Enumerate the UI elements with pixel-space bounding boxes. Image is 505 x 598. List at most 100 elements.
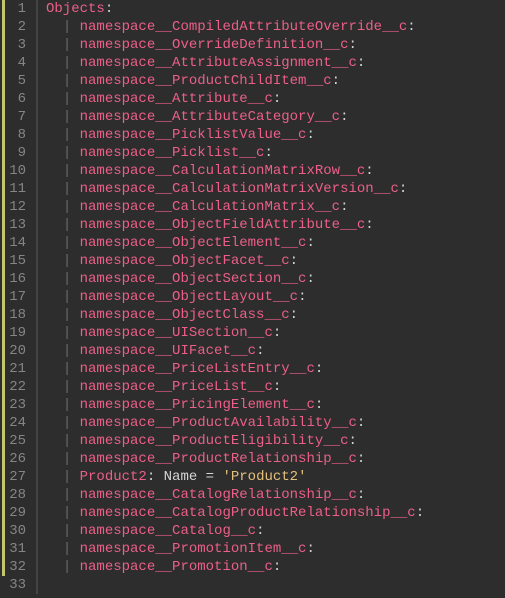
yaml-key: namespace__ObjectFacet__c (80, 253, 290, 269)
yaml-key: namespace__PriceListEntry__c (80, 361, 315, 377)
colon: : (315, 397, 323, 413)
line-number: 10 (6, 162, 26, 180)
indent-guide: | (63, 91, 80, 107)
code-line[interactable]: | namespace__ObjectClass__c: (46, 306, 424, 324)
line-number: 16 (6, 270, 26, 288)
colon: : (306, 271, 314, 287)
code-line[interactable]: | namespace__Attribute__c: (46, 90, 424, 108)
indent-guide: | (63, 73, 80, 89)
line-number: 2 (6, 18, 26, 36)
yaml-key: namespace__UISection__c (80, 325, 273, 341)
yaml-key: namespace__PricingElement__c (80, 397, 315, 413)
indent-guide: | (63, 217, 80, 233)
line-number: 1 (6, 0, 26, 18)
yaml-key: namespace__ProductChildItem__c (80, 73, 332, 89)
code-line[interactable]: | namespace__PricingElement__c: (46, 396, 424, 414)
line-number: 31 (6, 540, 26, 558)
code-line[interactable]: | namespace__CatalogProductRelationship_… (46, 504, 424, 522)
indent-guide: | (63, 163, 80, 179)
code-editor[interactable]: 1234567891011121314151617181920212223242… (0, 0, 505, 594)
code-line[interactable]: | namespace__ObjectFacet__c: (46, 252, 424, 270)
code-line[interactable]: | namespace__PriceListEntry__c: (46, 360, 424, 378)
code-line[interactable]: | Product2: Name = 'Product2' (46, 468, 424, 486)
code-line[interactable]: | namespace__UISection__c: (46, 324, 424, 342)
yaml-property: Name = (164, 469, 223, 485)
line-number: 25 (6, 432, 26, 450)
colon: : (273, 91, 281, 107)
line-number: 5 (6, 72, 26, 90)
yaml-key: namespace__Picklist__c (80, 145, 265, 161)
code-line[interactable]: | namespace__ObjectElement__c: (46, 234, 424, 252)
code-line[interactable]: | namespace__Picklist__c: (46, 144, 424, 162)
line-number: 28 (6, 486, 26, 504)
yaml-key: Product2 (80, 469, 147, 485)
colon: : (256, 523, 264, 539)
line-number: 3 (6, 36, 26, 54)
code-line[interactable]: | namespace__AttributeCategory__c: (46, 108, 424, 126)
indent-guide: | (63, 397, 80, 413)
colon: : (348, 37, 356, 53)
code-line[interactable]: | namespace__Catalog__c: (46, 522, 424, 540)
code-line[interactable]: | namespace__UIFacet__c: (46, 342, 424, 360)
code-content[interactable]: Objects: | namespace__CompiledAttributeO… (38, 0, 424, 594)
colon: : (306, 127, 314, 143)
colon: : (399, 181, 407, 197)
indent-guide: | (63, 469, 80, 485)
line-number: 8 (6, 126, 26, 144)
yaml-key: namespace__UIFacet__c (80, 343, 256, 359)
indent-guide: | (63, 109, 80, 125)
line-number: 14 (6, 234, 26, 252)
colon: : (357, 415, 365, 431)
indent-guide: | (63, 325, 80, 341)
colon: : (290, 307, 298, 323)
line-number-gutter: 1234567891011121314151617181920212223242… (0, 0, 38, 594)
code-line[interactable]: | namespace__CompiledAttributeOverride__… (46, 18, 424, 36)
indent-guide: | (63, 235, 80, 251)
code-line[interactable]: | namespace__CalculationMatrixVersion__c… (46, 180, 424, 198)
yaml-key: namespace__ObjectElement__c (80, 235, 307, 251)
code-line[interactable]: | namespace__PicklistValue__c: (46, 126, 424, 144)
code-line[interactable]: | namespace__ProductRelationship__c: (46, 450, 424, 468)
code-line[interactable]: | namespace__ProductEligibility__c: (46, 432, 424, 450)
code-line[interactable]: | namespace__CalculationMatrix__c: (46, 198, 424, 216)
colon: : (273, 325, 281, 341)
colon: : (306, 541, 314, 557)
code-line[interactable]: | namespace__ObjectSection__c: (46, 270, 424, 288)
yaml-key: namespace__CatalogProductRelationship__c (80, 505, 416, 521)
indent-guide: | (63, 37, 80, 53)
yaml-key: namespace__PromotionItem__c (80, 541, 307, 557)
indent-guide: | (63, 379, 80, 395)
colon: : (306, 235, 314, 251)
code-line[interactable]: | namespace__CalculationMatrixRow__c: (46, 162, 424, 180)
line-number: 33 (6, 576, 26, 594)
yaml-key: namespace__OverrideDefinition__c (80, 37, 349, 53)
yaml-key: namespace__Catalog__c (80, 523, 256, 539)
yaml-key: namespace__CalculationMatrixVersion__c (80, 181, 399, 197)
line-number: 21 (6, 360, 26, 378)
colon: : (105, 1, 113, 17)
indent-guide: | (63, 55, 80, 71)
code-line[interactable]: | namespace__ProductAvailability__c: (46, 414, 424, 432)
indent-guide: | (63, 199, 80, 215)
code-line[interactable]: | namespace__ObjectFieldAttribute__c: (46, 216, 424, 234)
code-line[interactable]: | namespace__Promotion__c: (46, 558, 424, 576)
indent-guide: | (63, 127, 80, 143)
code-line[interactable]: | namespace__AttributeAssignment__c: (46, 54, 424, 72)
colon: : (290, 253, 298, 269)
indent-guide: | (63, 307, 80, 323)
yaml-string: 'Product2' (222, 469, 306, 485)
line-number: 29 (6, 504, 26, 522)
code-line[interactable]: | namespace__OverrideDefinition__c: (46, 36, 424, 54)
code-line[interactable]: | namespace__ObjectLayout__c: (46, 288, 424, 306)
line-number: 13 (6, 216, 26, 234)
code-line[interactable]: | namespace__PromotionItem__c: (46, 540, 424, 558)
code-line[interactable]: | namespace__CatalogRelationship__c: (46, 486, 424, 504)
colon: : (357, 451, 365, 467)
colon: : (332, 73, 340, 89)
code-line[interactable]: | namespace__ProductChildItem__c: (46, 72, 424, 90)
yaml-key: namespace__ObjectClass__c (80, 307, 290, 323)
yaml-key: namespace__CalculationMatrixRow__c (80, 163, 366, 179)
code-line[interactable]: Objects: (46, 0, 424, 18)
code-line[interactable] (46, 576, 424, 594)
code-line[interactable]: | namespace__PriceList__c: (46, 378, 424, 396)
